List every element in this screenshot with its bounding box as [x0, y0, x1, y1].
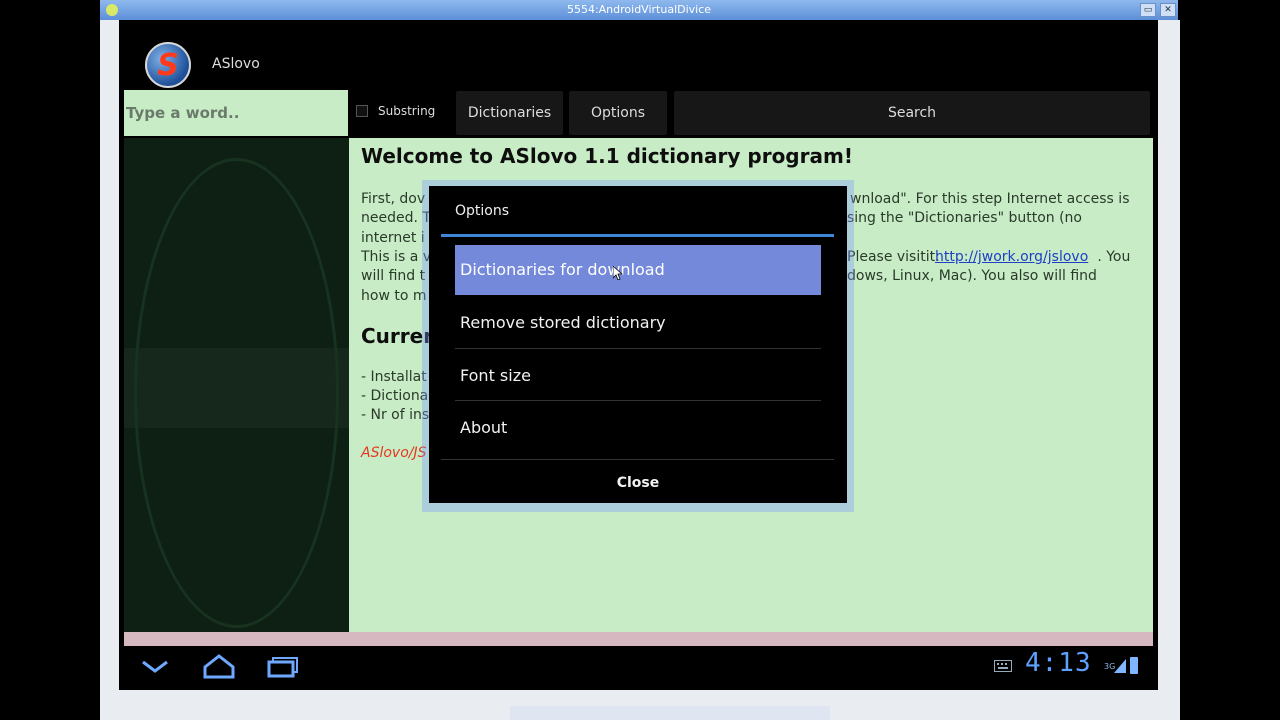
intro-text-line: First, dov: [361, 191, 426, 207]
keyboard-icon[interactable]: [994, 660, 1012, 672]
emulator-title-bar: 5554:AndroidVirtualDivice: [100, 0, 1178, 20]
emulator-title: 5554:AndroidVirtualDivice: [566, 3, 712, 16]
word-list-panel[interactable]: [124, 138, 349, 632]
intro-text-line: how to m: [361, 288, 427, 304]
menu-item-about[interactable]: About: [455, 402, 821, 453]
jslovo-website-link[interactable]: http://jwork.org/jslovo: [935, 248, 1088, 267]
search-button[interactable]: Search: [674, 91, 1150, 135]
status-line: - Nr of ins: [361, 407, 430, 423]
aslovo-footer-text: ASlovo/JS: [361, 445, 427, 461]
host-outer-right: [1180, 0, 1280, 720]
intro-text-line: internet i: [361, 230, 425, 246]
options-button[interactable]: Options: [569, 91, 667, 135]
signal-icon: [1114, 659, 1126, 673]
word-search-input[interactable]: [124, 90, 348, 136]
back-icon[interactable]: [140, 655, 170, 679]
minimize-button[interactable]: ▭: [1140, 3, 1156, 17]
status-line: - Installat: [361, 369, 427, 385]
status-clock[interactable]: 4:13: [1025, 648, 1092, 678]
mouse-cursor-icon: [613, 266, 623, 280]
battery-icon: [1130, 657, 1138, 674]
intro-text-line: needed. T: [361, 210, 431, 226]
menu-item-dictionaries-for-download[interactable]: Dictionaries for download: [455, 245, 821, 295]
substring-label[interactable]: Substring: [378, 104, 435, 118]
dialog-title-divider: [441, 234, 834, 237]
dialog-title: Options: [455, 203, 510, 219]
host-desktop-right: [1158, 20, 1180, 720]
visit-suffix: . You: [1097, 249, 1131, 265]
menu-item-remove-stored-dictionary[interactable]: Remove stored dictionary: [455, 297, 821, 349]
dialog-footer-divider: [441, 459, 834, 460]
intro-text-line: will find t: [361, 268, 426, 284]
intro-text-line: wnload". For this step Internet access i…: [850, 191, 1130, 207]
welcome-heading: Welcome to ASlovo 1.1 dictionary program…: [361, 144, 853, 168]
intro-text-line: This is a v: [361, 249, 432, 265]
intro-text-line: sing the "Dictionaries" button (no: [847, 210, 1082, 226]
home-icon[interactable]: [202, 653, 236, 681]
substring-checkbox[interactable]: [356, 105, 368, 117]
emulator-app-icon: [106, 4, 118, 16]
app-title: ASlovo: [212, 56, 260, 72]
host-desktop-left: [100, 20, 119, 720]
visit-prefix: Please visitit:: [847, 249, 945, 265]
app-logo-icon: S: [145, 42, 191, 88]
dictionaries-button[interactable]: Dictionaries: [456, 91, 563, 135]
dialog-close-button[interactable]: Close: [430, 463, 846, 503]
content-bottom-strip: [124, 632, 1153, 646]
menu-item-font-size[interactable]: Font size: [455, 350, 821, 401]
status-line: - Dictiona: [361, 388, 429, 404]
close-window-button[interactable]: ✕: [1160, 3, 1176, 17]
recent-apps-icon[interactable]: [266, 655, 300, 679]
globe-background-icon: [134, 158, 339, 628]
intro-text-line: dows, Linux, Mac). You also will find: [847, 268, 1097, 284]
app-header: [119, 38, 1158, 88]
host-background-window: [510, 706, 830, 720]
